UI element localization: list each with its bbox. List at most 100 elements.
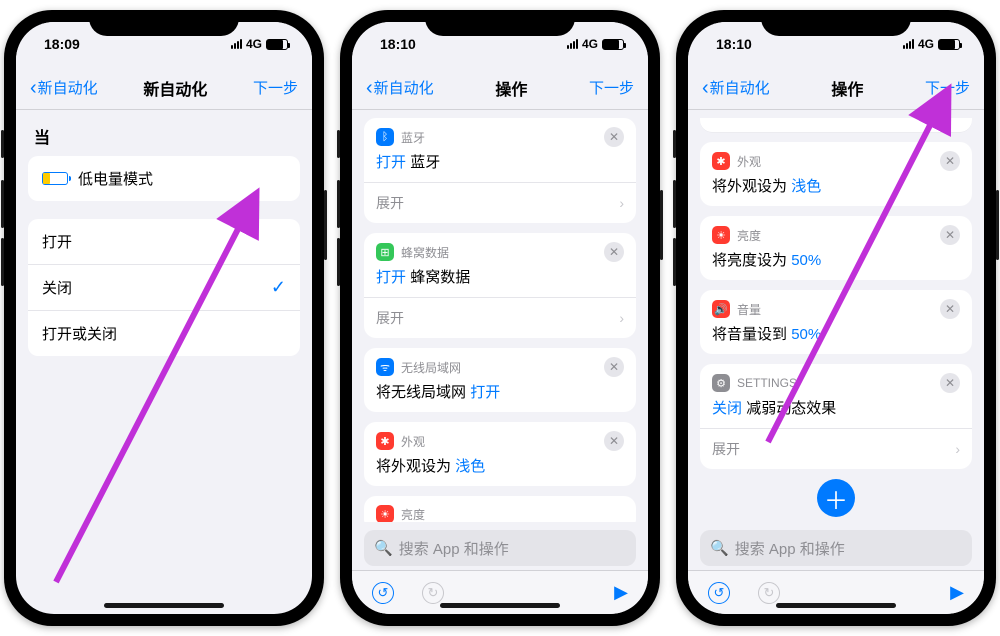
home-indicator[interactable] [776, 603, 896, 608]
option-open[interactable]: 打开 [28, 219, 300, 265]
card-action-text: 将音量设到 [712, 326, 787, 343]
card-action-text: 将亮度设为 [712, 252, 787, 269]
option-label: 打开或关闭 [42, 323, 117, 344]
volume-icon: 🔊 [712, 300, 730, 318]
back-button[interactable]: ‹新自动化 [30, 77, 98, 98]
next-button[interactable]: 下一步 [925, 77, 970, 98]
undo-button[interactable]: ↺ [372, 582, 394, 604]
nav-bar: ‹新自动化 新自动化 下一步 [16, 66, 312, 110]
home-indicator[interactable] [440, 603, 560, 608]
expand-label: 展开 [376, 193, 404, 213]
search-placeholder: 搜索 App 和操作 [735, 538, 845, 559]
card-app-label: 外观 [737, 153, 761, 170]
card-action-link[interactable]: 打开 [376, 154, 406, 171]
back-label: 新自动化 [374, 77, 434, 98]
card-action-link[interactable]: 50% [791, 252, 821, 269]
nav-title: 操作 [831, 76, 863, 100]
card-action-link[interactable]: 打开 [376, 269, 406, 286]
nav-title: 操作 [495, 76, 527, 100]
back-button[interactable]: ‹新自动化 [702, 77, 770, 98]
card-action-link[interactable]: 关闭 [712, 400, 742, 417]
notch [425, 10, 575, 36]
card-action-text: 减弱动态效果 [746, 400, 836, 417]
search-input[interactable]: 🔍 搜索 App 和操作 [700, 530, 972, 566]
next-button[interactable]: 下一步 [589, 77, 634, 98]
close-icon[interactable]: ✕ [604, 357, 624, 377]
battery-icon [938, 39, 960, 50]
search-input[interactable]: 🔍搜索 App 和操作 [364, 530, 636, 566]
close-icon[interactable]: ✕ [940, 225, 960, 245]
option-label: 关闭 [42, 277, 72, 298]
nav-title: 新自动化 [143, 76, 207, 100]
expand-row[interactable]: 展开› [364, 297, 636, 338]
close-icon[interactable]: ✕ [604, 127, 624, 147]
action-card-bluetooth[interactable]: ᛒ蓝牙✕ 打开 蓝牙 展开› [364, 118, 636, 223]
expand-row[interactable]: 展开 › [364, 182, 636, 223]
close-icon[interactable]: ✕ [940, 299, 960, 319]
back-button[interactable]: ‹新自动化 [366, 77, 434, 98]
action-card-appearance[interactable]: ✱外观✕ 将外观设为 浅色 [364, 422, 636, 486]
action-card-cellular[interactable]: ⊞蜂窝数据✕ 打开 蜂窝数据 展开› [364, 233, 636, 338]
card-app-label: 蜂窝数据 [401, 244, 449, 261]
appearance-icon: ✱ [712, 152, 730, 170]
brightness-icon: ☀ [712, 226, 730, 244]
undo-button[interactable]: ↺ [708, 582, 730, 604]
low-power-icon [42, 172, 68, 185]
signal-icon [903, 39, 914, 49]
card-action-text: 蜂窝数据 [410, 269, 470, 286]
card-action-link[interactable]: 浅色 [455, 458, 485, 475]
add-action-button[interactable]: ＋ [817, 479, 855, 517]
signal-icon [567, 39, 578, 49]
close-icon[interactable]: ✕ [940, 373, 960, 393]
phone-2: 18:10 4G ‹新自动化 操作 下一步 ᛒ蓝牙✕ 打开 蓝牙 展开› [340, 10, 660, 626]
action-card-volume[interactable]: 🔊音量✕ 将音量设到 50% [700, 290, 972, 354]
close-icon[interactable]: ✕ [604, 431, 624, 451]
chevron-right-icon: › [619, 195, 624, 211]
status-time: 18:10 [716, 36, 752, 52]
action-card-appearance[interactable]: ✱ 外观 ✕ 将外观设为 浅色 [700, 142, 972, 206]
home-indicator[interactable] [104, 603, 224, 608]
action-card-settings[interactable]: ⚙SETTINGS✕ 关闭 减弱动态效果 展开› [700, 364, 972, 469]
card-action-link[interactable]: 50% [791, 326, 821, 343]
chevron-left-icon: ‹ [702, 78, 709, 98]
chevron-right-icon: › [955, 441, 960, 457]
card-app-label: 无线局域网 [401, 359, 461, 376]
network-label: 4G [246, 37, 262, 51]
option-close[interactable]: 关闭✓ [28, 265, 300, 311]
bluetooth-icon: ᛒ [376, 128, 394, 146]
search-icon: 🔍 [710, 539, 729, 557]
close-icon[interactable]: ✕ [940, 151, 960, 171]
notch [761, 10, 911, 36]
brightness-icon: ☀ [376, 505, 394, 522]
close-icon[interactable]: ✕ [604, 242, 624, 262]
expand-row[interactable]: 展开› [700, 428, 972, 469]
trigger-label: 低电量模式 [78, 168, 153, 189]
run-button[interactable]: ▶ [950, 582, 964, 603]
wifi-icon: ᯤ [376, 358, 394, 376]
section-when: 当 [28, 110, 300, 156]
phone-3: 18:10 4G ‹新自动化 操作 下一步 ✱外观✕ 将外观设为 浅色 [676, 10, 996, 626]
action-card-brightness[interactable]: ☀亮度 [364, 496, 636, 522]
notch [89, 10, 239, 36]
card-action-text: 将无线局域网 [376, 384, 466, 401]
option-toggle[interactable]: 打开或关闭 [28, 311, 300, 356]
redo-button: ↻ [758, 582, 780, 604]
card-app-label: 亮度 [737, 227, 761, 244]
next-button[interactable]: 下一步 [253, 77, 298, 98]
run-button[interactable]: ▶ [614, 582, 628, 603]
battery-icon [266, 39, 288, 50]
card-action-link[interactable]: 打开 [470, 384, 500, 401]
card-app-label: 外观 [401, 433, 425, 450]
chevron-right-icon: › [619, 310, 624, 326]
card-action-link[interactable]: 浅色 [791, 178, 821, 195]
action-card-brightness[interactable]: ☀ 亮度 ✕ 将亮度设为 50% [700, 216, 972, 280]
status-time: 18:10 [380, 36, 416, 52]
nav-bar: ‹新自动化 操作 下一步 [352, 66, 648, 110]
redo-button: ↻ [422, 582, 444, 604]
card-action-text: 将外观设为 [712, 178, 787, 195]
trigger-cell[interactable]: 低电量模式 [28, 156, 300, 201]
action-card-wifi[interactable]: ᯤ 无线局域网 ✕ 将无线局域网 打开 [364, 348, 636, 412]
option-label: 打开 [42, 231, 72, 252]
card-app-label: 蓝牙 [401, 129, 425, 146]
back-label: 新自动化 [38, 77, 98, 98]
